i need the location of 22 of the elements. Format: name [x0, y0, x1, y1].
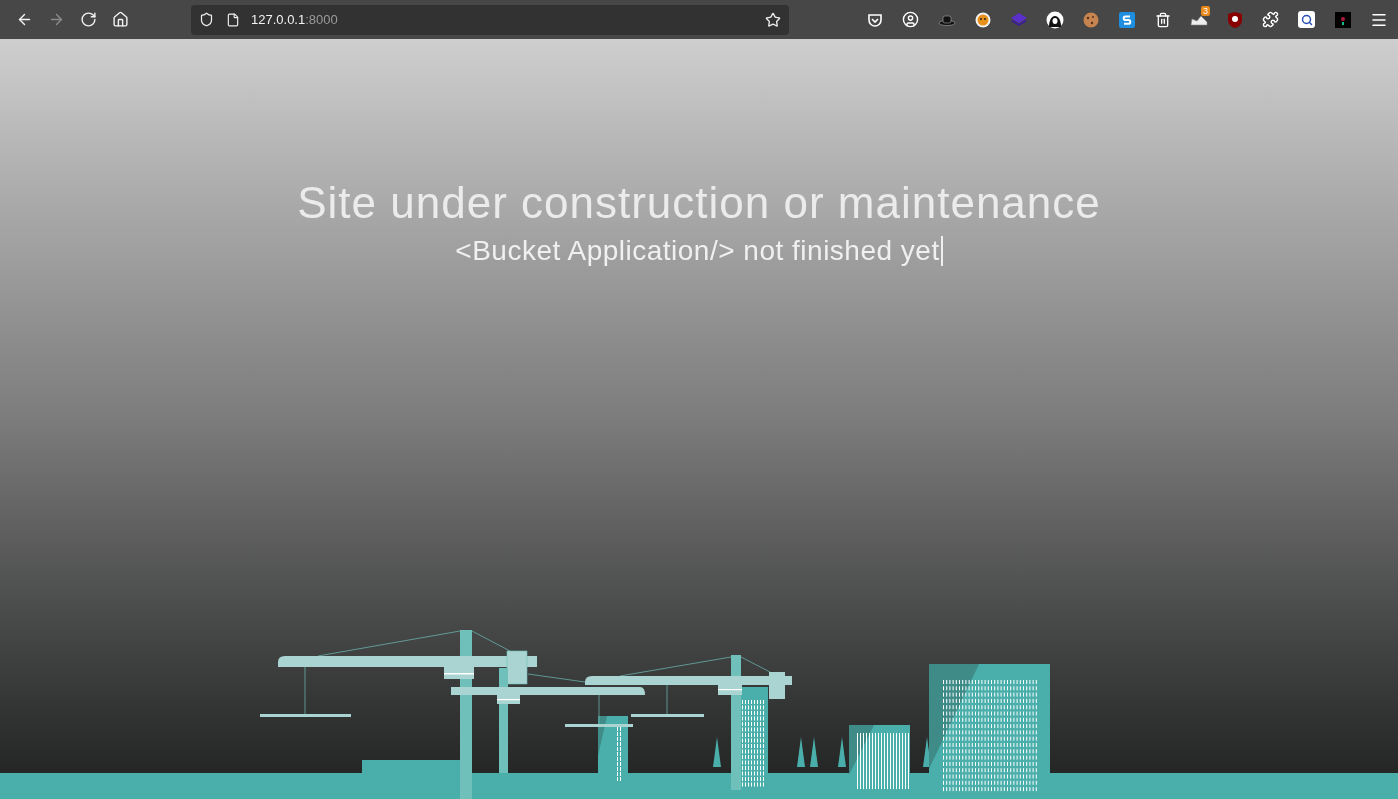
- puzzle-icon: [1262, 11, 1279, 28]
- hooded-figure-icon: [1045, 10, 1064, 29]
- dark-square-icon: [1334, 11, 1351, 28]
- reload-icon: [79, 11, 97, 28]
- address-bar[interactable]: 127.0.0.1:8000: [191, 4, 789, 35]
- shield-icon: [199, 12, 214, 27]
- bookmark-star-icon[interactable]: [765, 11, 781, 28]
- hat-icon: [937, 13, 956, 26]
- url-text: 127.0.0.1:8000: [251, 10, 338, 29]
- home-icon: [111, 11, 129, 28]
- pocket-icon: [866, 11, 883, 28]
- count-badge: 3: [1201, 5, 1210, 16]
- shield-icon: [1227, 11, 1242, 28]
- trash-icon: [1154, 11, 1171, 28]
- page-icon: [226, 12, 240, 27]
- layers-icon: [1009, 11, 1028, 28]
- account-icon: [902, 11, 919, 28]
- s-logo-icon: [1118, 11, 1135, 28]
- magnifier-icon: [1298, 11, 1315, 28]
- page-subtitle: <Bucket Application/> not finished yet: [455, 234, 940, 268]
- page-title: Site under construction or maintenance: [297, 177, 1101, 229]
- cookie-icon: [1082, 11, 1099, 28]
